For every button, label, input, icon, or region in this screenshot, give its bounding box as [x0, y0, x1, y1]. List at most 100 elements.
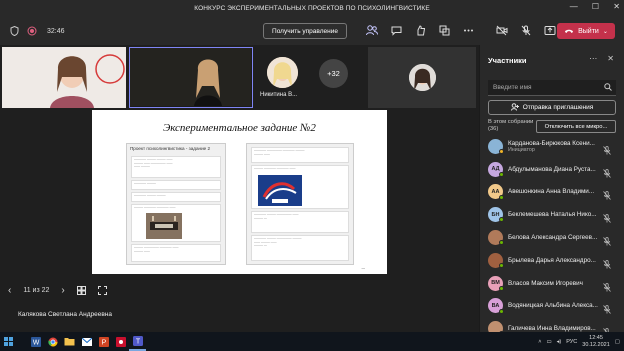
form-card: ———— ————— ———— ——— ——— ——: [251, 147, 349, 163]
network-icon[interactable]: ▭: [546, 339, 551, 345]
take-control-button[interactable]: Получить управление: [263, 23, 347, 39]
form-title: Проект психолингвистика - задание 2: [130, 146, 211, 151]
party-logo-image: [258, 175, 302, 206]
microphone-off-icon[interactable]: [603, 301, 611, 315]
close-window-button[interactable]: ✕: [613, 2, 620, 11]
microphone-off-icon[interactable]: [603, 165, 611, 178]
overflow-tile[interactable]: +32: [313, 47, 365, 108]
participant-name: Белова Александра Сергеев...: [508, 234, 600, 241]
start-button[interactable]: [0, 332, 17, 351]
participant-row[interactable]: ВА Водяницкая Альбина Алекса...: [480, 295, 624, 318]
participant-row[interactable]: БН Беклемешева Наталья Нико...: [480, 203, 624, 226]
participant-name-text: Власов Максим Игоревич: [508, 279, 583, 287]
form-card: ———— ——— ————— —— ——— —: [251, 211, 349, 233]
previous-slide-button[interactable]: ‹: [8, 285, 11, 296]
minimize-button[interactable]: —: [570, 2, 578, 11]
explorer-app-icon[interactable]: [61, 332, 78, 351]
participant-name: Карданова-Бирюкова Ксени... Инициатор: [508, 140, 600, 153]
slide-pager: ‹ 11 из 22 ›: [8, 285, 107, 296]
reaction-icon[interactable]: [414, 23, 426, 37]
microphone-off-icon[interactable]: [520, 23, 532, 37]
microphone-off-icon[interactable]: [603, 279, 611, 292]
volume-icon[interactable]: ◂): [557, 339, 562, 345]
video-tile-participant-1[interactable]: [2, 47, 126, 108]
participant-name-text: Карданова-Бирюкова Ксени...: [508, 139, 595, 147]
participant-row[interactable]: АА Авешонкина Анна Владими...: [480, 181, 624, 204]
camera-off-icon[interactable]: [496, 23, 508, 37]
participant-name-text: Беклемешева Наталья Нико...: [508, 211, 597, 219]
avatar: [409, 64, 436, 91]
video-tile-participant-3[interactable]: Никитина В...: [256, 47, 310, 108]
svg-text:P: P: [101, 339, 106, 346]
popout-icon[interactable]: ⋯: [589, 54, 597, 63]
participant-row[interactable]: ВМ Власов Максим Игоревич: [480, 272, 624, 295]
share-icon[interactable]: [544, 23, 556, 37]
rooms-icon[interactable]: [438, 23, 450, 37]
notifications-icon[interactable]: ▢: [615, 339, 620, 345]
participant-row[interactable]: Белова Александра Сергеев...: [480, 226, 624, 249]
video-tile-participant-4[interactable]: [368, 47, 476, 108]
participants-panel: Участники ⋯ ✕ Введите имя Отправка пригл…: [479, 45, 624, 338]
slide-number-mark: —: [361, 266, 366, 270]
fullscreen-icon[interactable]: [97, 286, 107, 295]
video-tile-participant-2[interactable]: [129, 47, 253, 108]
clock[interactable]: 12:45 30.12.2021: [582, 335, 610, 349]
participant-name: Абдулыманова Диана Руста...: [508, 166, 600, 173]
participant-list: Карданова-Бирюкова Ксени... Инициатор АД Аб…: [480, 135, 624, 340]
participant-row[interactable]: Карданова-Бирюкова Ксени... Инициатор: [480, 135, 624, 158]
participants-icon[interactable]: [366, 23, 378, 37]
powerpoint-app-icon[interactable]: P: [95, 332, 112, 351]
chrome-app-icon[interactable]: [44, 332, 61, 351]
teams-app-icon[interactable]: T: [129, 332, 146, 351]
microphone-off-icon[interactable]: [603, 256, 611, 269]
form-screenshot-right: ———— ————— ———— ——— ——— —— ——— ———— ———— …: [246, 143, 354, 265]
participant-name: Власов Максим Игоревич: [508, 280, 600, 287]
invite-label: Отправка приглашения: [522, 104, 594, 111]
chevron-up-icon[interactable]: ˄: [538, 339, 541, 345]
window-title: КОНКУРС ЭКСПЕРИМЕНТАЛЬНЫХ ПРОЕКТОВ ПО ПС…: [194, 5, 430, 12]
participant-name: Беклемешева Наталья Нико...: [508, 211, 600, 218]
meeting-timer: 32:46: [47, 27, 65, 35]
chat-icon[interactable]: [390, 23, 402, 37]
microphone-off-icon[interactable]: [603, 142, 611, 155]
participant-name-text: Абдулыманова Диана Руста...: [508, 165, 596, 173]
microphone-off-icon[interactable]: [603, 187, 611, 201]
word-app-icon[interactable]: W: [27, 332, 44, 351]
next-slide-button[interactable]: ›: [61, 285, 64, 296]
duma-image: [146, 213, 182, 239]
presence-status-dot: [499, 262, 504, 268]
page-indicator: 11 из 22: [23, 287, 50, 294]
shield-icon[interactable]: [10, 26, 19, 36]
search-icon: [604, 83, 612, 93]
in-meeting-count: (36): [488, 126, 499, 132]
window-titlebar: КОНКУРС ЭКСПЕРИМЕНТАЛЬНЫХ ПРОЕКТОВ ПО ПС…: [0, 0, 624, 17]
participant-name: Водяницкая Альбина Алекса...: [508, 302, 600, 309]
participant-search-input[interactable]: Введите имя: [488, 80, 616, 96]
more-icon[interactable]: [462, 23, 474, 37]
participant-row[interactable]: Брылева Дарья Александро...: [480, 249, 624, 272]
system-tray: ˄ ▭ ◂) РУС 12:45 30.12.2021 ▢: [538, 332, 620, 351]
svg-text:T: T: [135, 338, 140, 345]
in-meeting-section[interactable]: В этом собрании (36): [488, 119, 533, 133]
shared-slide: Экспериментальное задание №2 Проект псих…: [92, 110, 387, 274]
close-panel-button[interactable]: ✕: [607, 54, 614, 63]
send-invite-button[interactable]: Отправка приглашения: [488, 100, 616, 115]
participant-row[interactable]: АД Абдулыманова Диана Руста...: [480, 158, 624, 181]
maximize-button[interactable]: ☐: [592, 2, 599, 11]
leave-button[interactable]: Выйти ⌄: [557, 23, 615, 39]
svg-text:W: W: [32, 339, 39, 346]
mail-app-icon[interactable]: [78, 332, 95, 351]
participant-video: [2, 47, 126, 108]
microphone-off-icon[interactable]: [603, 233, 611, 246]
mute-all-button[interactable]: Отключить все микро...: [536, 120, 616, 133]
microphone-off-icon[interactable]: [603, 210, 611, 224]
presence-status-dot: [499, 217, 504, 223]
presence-status-dot: [499, 308, 504, 314]
participant-name-text: Авешонкина Анна Владими...: [508, 188, 595, 196]
red-app-icon[interactable]: [112, 332, 129, 351]
keyboard-language[interactable]: РУС: [566, 339, 577, 345]
presence-status-dot: [499, 285, 504, 291]
form-screenshot-left: Проект психолингвистика - задание 2 ————…: [126, 143, 226, 265]
thumbnails-icon[interactable]: [76, 286, 86, 295]
in-meeting-label: В этом собрании: [488, 119, 534, 125]
